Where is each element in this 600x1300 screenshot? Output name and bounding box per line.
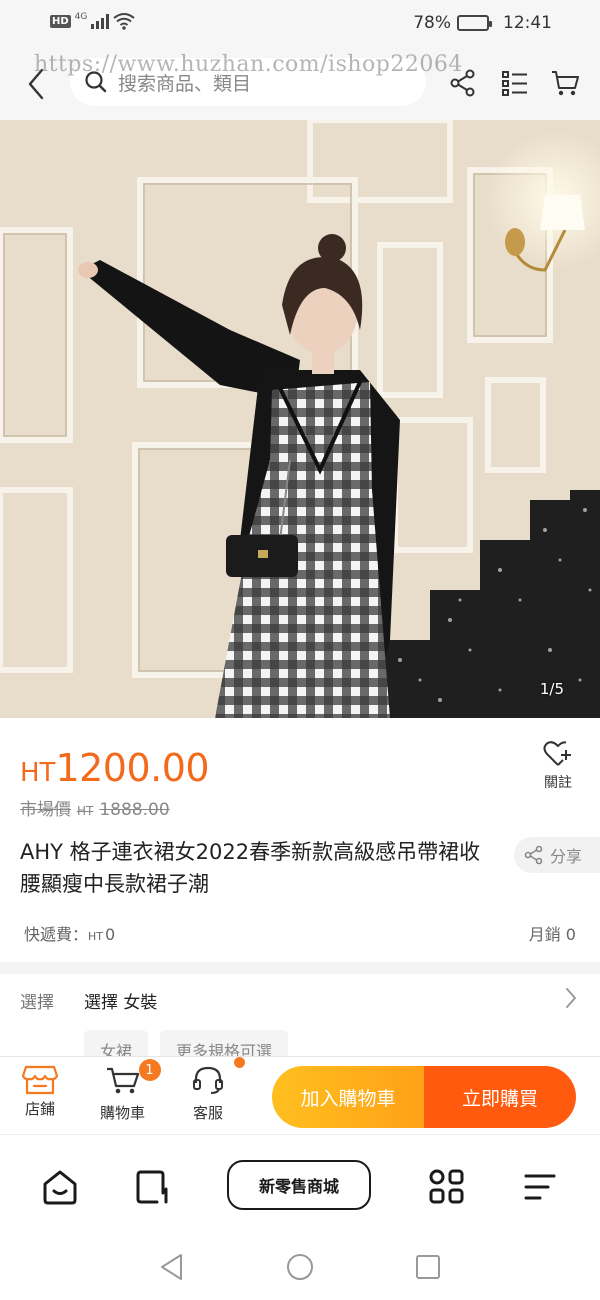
cart-icon-wrap: 1: [105, 1059, 161, 1099]
status-right: 78% 12:41: [413, 13, 552, 33]
product-photo: [0, 120, 600, 718]
headset-icon: [193, 1066, 223, 1094]
image-counter: 1/5: [539, 680, 564, 698]
share-icon[interactable]: [448, 68, 478, 98]
search-placeholder: 搜索商品、類目: [118, 72, 252, 95]
store-button[interactable]: 店鋪: [22, 1065, 58, 1119]
cart-label: 購物車: [100, 1104, 146, 1122]
shipping-currency: HT: [88, 930, 104, 943]
grid-icon[interactable]: [427, 1167, 467, 1207]
buy-now-button[interactable]: 立即購買: [424, 1066, 576, 1128]
status-bar: HD 4G 78% 12:41: [0, 0, 600, 46]
price: HT 1200.00: [20, 746, 210, 790]
product-title: AHY 格子連衣裙女2022春季新款高級感吊帶裙收腰顯瘦中長款裙子潮: [20, 840, 481, 896]
customer-service-button[interactable]: 客服: [191, 1057, 245, 1123]
hd-badge: HD: [50, 14, 71, 28]
back-icon[interactable]: [22, 64, 52, 104]
notification-dot: [234, 1057, 245, 1068]
search-icon: [85, 71, 107, 93]
share-small-icon: [524, 845, 543, 865]
share-button[interactable]: 分享: [514, 837, 600, 873]
follow-button[interactable]: 關註: [536, 740, 580, 792]
page-icon[interactable]: [133, 1167, 173, 1207]
share-label: 分享: [550, 847, 583, 866]
action-bar: 店鋪 1 購物車 客服 加入購物車 立即購買: [0, 1056, 600, 1134]
heart-plus-icon: [543, 741, 571, 766]
add-to-cart-button[interactable]: 加入購物車: [272, 1066, 424, 1128]
select-label: 選擇: [20, 993, 54, 1013]
cart-count-badge: 1: [138, 1059, 161, 1081]
cart-icon[interactable]: [550, 68, 580, 98]
cart-icon: [106, 1067, 139, 1094]
network-type: 4G: [74, 12, 88, 22]
shipping-value: 0: [105, 925, 116, 944]
signal-icon: [91, 13, 110, 29]
section-divider: [0, 962, 600, 974]
list-icon[interactable]: [500, 68, 530, 98]
price-currency: HT: [20, 758, 56, 788]
battery-icon: [457, 15, 492, 31]
follow-label: 關註: [544, 775, 572, 791]
square-recents-icon[interactable]: [413, 1252, 443, 1282]
market-price-label: 市場價: [20, 800, 71, 820]
bottom-tab-bar: 新零售商城: [0, 1134, 600, 1234]
select-value: 選擇 女裝: [84, 993, 158, 1013]
market-currency: HT: [77, 804, 94, 818]
service-label: 客服: [192, 1104, 223, 1122]
menu-icon[interactable]: [520, 1167, 560, 1207]
monthly-sales: 月銷 0: [528, 925, 576, 944]
market-price: 市場價 HT 1888.00: [20, 795, 170, 820]
battery-percent: 78%: [413, 13, 451, 33]
system-nav-bar: [0, 1234, 600, 1300]
mall-button[interactable]: 新零售商城: [227, 1160, 371, 1210]
shipping-label: 快遞費：: [24, 925, 89, 944]
triangle-back-icon[interactable]: [157, 1252, 187, 1282]
clock: 12:41: [503, 13, 552, 33]
home-icon[interactable]: [40, 1167, 80, 1207]
status-left: HD 4G: [50, 12, 135, 30]
chevron-right-icon: [566, 988, 576, 1008]
search-input[interactable]: 搜索商品、類目: [70, 58, 426, 106]
market-price-value: 1888.00: [99, 800, 170, 820]
circle-home-icon[interactable]: [285, 1252, 315, 1282]
spec-select-row[interactable]: 選擇 選擇 女裝: [0, 974, 600, 1024]
price-value: 1200.00: [55, 746, 210, 790]
top-nav: 搜索商品、類目 https://www.huzhan.com/ishop2206…: [0, 46, 600, 120]
store-label: 店鋪: [24, 1100, 55, 1118]
shipping-fee: 快遞費： HT 0: [24, 921, 115, 945]
cart-button[interactable]: 1 購物車: [100, 1059, 161, 1123]
headset-icon-wrap: [191, 1057, 245, 1099]
purchase-buttons: 加入購物車 立即購買: [272, 1066, 576, 1128]
product-image[interactable]: 1/5: [0, 120, 600, 718]
store-icon: [22, 1065, 58, 1095]
wifi-icon: [113, 13, 135, 30]
